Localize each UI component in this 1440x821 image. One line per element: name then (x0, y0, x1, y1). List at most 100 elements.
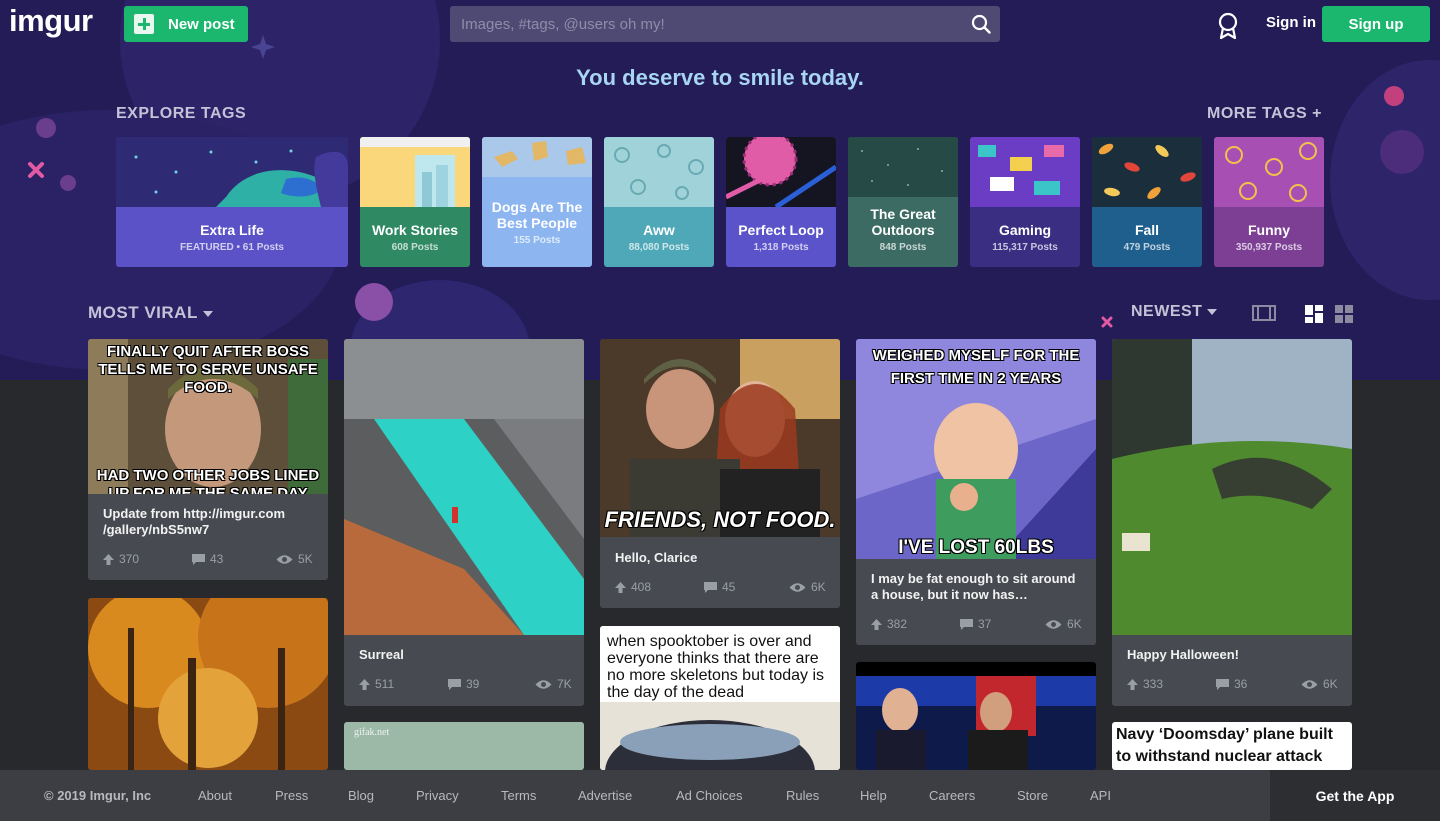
post-card[interactable]: when spooktober is over and everyone thi… (600, 626, 840, 770)
view-count: 6K (789, 580, 826, 594)
masonry-grid-view-icon[interactable] (1305, 305, 1323, 323)
uniform-grid-view-icon[interactable] (1335, 305, 1353, 323)
comment-value: 36 (1234, 677, 1248, 691)
tag-post-count: 479 Posts (1123, 241, 1171, 253)
footer-link-api[interactable]: API (1090, 788, 1111, 803)
upvote-arrow-icon[interactable] (615, 581, 626, 593)
comment-bubble-icon (192, 553, 205, 565)
upvote-arrow-icon[interactable] (871, 618, 882, 630)
post-image: WEIGHED MYSELF FOR THE FIRST TIME IN 2 Y… (856, 339, 1096, 559)
tag-name: Gaming (998, 221, 1052, 238)
post-image: FINALLY QUIT AFTER BOSS TELLS ME TO SERV… (88, 339, 328, 494)
post-title[interactable]: I may be fat enough to sit around a hous… (871, 571, 1086, 603)
footer-link-about[interactable]: About (198, 788, 232, 803)
upvote-arrow-icon[interactable] (359, 678, 370, 690)
tag-extra-life[interactable]: Extra Life FEATURED • 61 Posts (116, 137, 348, 267)
tag-the-great-outdoors[interactable]: The Great Outdoors 848 Posts (848, 137, 958, 267)
search-input[interactable] (450, 6, 960, 42)
meme-caption-bottom: I'VE LOST 60LBS (898, 537, 1054, 558)
tag-perfect-loop[interactable]: Perfect Loop 1,318 Posts (726, 137, 836, 267)
tag-post-count: 848 Posts (879, 242, 927, 253)
stars-pattern (861, 148, 943, 186)
upvote-arrow-icon[interactable] (103, 553, 114, 565)
comment-bubble-icon (960, 618, 973, 630)
post-card[interactable]: gifak.net (344, 722, 584, 770)
leaves-pattern (1098, 143, 1196, 199)
post-card[interactable]: WEIGHED MYSELF FOR THE FIRST TIME IN 2 Y… (856, 339, 1096, 645)
footer-link-advertise[interactable]: Advertise (578, 788, 632, 803)
post-title[interactable]: Hello, Clarice (615, 550, 830, 566)
more-tags-link[interactable]: MORE TAGS + (1207, 105, 1322, 123)
tag-footer: Dogs Are The Best People 155 Posts (482, 177, 592, 267)
tag-work-stories[interactable]: Work Stories 608 Posts (360, 137, 470, 267)
tag-funny[interactable]: Funny 350,937 Posts (1214, 137, 1324, 267)
dog-illustration (494, 141, 586, 167)
meme-text: when spooktober is over and everyone thi… (607, 633, 825, 701)
chevron-down-icon (202, 310, 213, 317)
post-card[interactable]: FRIENDS, NOT FOOD. Hello, Clarice 408 45… (600, 339, 840, 608)
sign-in-link[interactable]: Sign in (1266, 14, 1316, 31)
sort-order-dropdown[interactable]: NEWEST (1131, 303, 1218, 321)
funny-pattern (1225, 142, 1317, 202)
post-image-news (856, 662, 1096, 770)
post-image-canyon (344, 339, 584, 635)
tag-footer: Aww 88,080 Posts (604, 207, 714, 267)
film-strip-view-icon[interactable] (1252, 305, 1276, 321)
gaming-pattern (978, 145, 1064, 195)
get-the-app-button[interactable]: Get the App (1270, 770, 1440, 821)
chevron-down-icon (1207, 308, 1218, 315)
post-card[interactable]: FINALLY QUIT AFTER BOSS TELLS ME TO SERV… (88, 339, 328, 580)
post-card[interactable] (88, 598, 328, 770)
tag-aww[interactable]: Aww 88,080 Posts (604, 137, 714, 267)
post-card[interactable]: Navy ‘Doomsday’ plane built to withstand… (1112, 722, 1352, 770)
post-image-autumn-forest (88, 598, 328, 770)
tag-name: Extra Life (200, 221, 264, 238)
search-icon[interactable] (971, 14, 991, 34)
decor-dot (36, 118, 56, 138)
footer-link-help[interactable]: Help (860, 788, 887, 803)
eye-icon (1301, 679, 1318, 689)
tag-name: Aww (643, 221, 675, 238)
news-broadcast-photo (856, 662, 1096, 770)
footer-link-blog[interactable]: Blog (348, 788, 374, 803)
view-value: 7K (557, 677, 572, 691)
tag-banner-image (604, 137, 714, 207)
footer-link-rules[interactable]: Rules (786, 788, 819, 803)
sign-up-button[interactable]: Sign up (1322, 6, 1430, 42)
animals-pattern (614, 144, 704, 200)
new-post-button[interactable]: New post (124, 6, 248, 42)
tag-gaming[interactable]: Gaming 115,317 Posts (970, 137, 1080, 267)
footer-link-terms[interactable]: Terms (501, 788, 536, 803)
upvote-arrow-icon[interactable] (1127, 678, 1138, 690)
post-title[interactable]: Update from http://imgur.com /gallery/nb… (103, 506, 318, 538)
tag-fall[interactable]: Fall 479 Posts (1092, 137, 1202, 267)
post-stats: 333 36 6K (1127, 677, 1339, 693)
upvote-count: 370 (103, 552, 139, 566)
footer-link-store[interactable]: Store (1017, 788, 1048, 803)
award-ribbon-icon[interactable] (1216, 12, 1240, 40)
comment-value: 43 (210, 552, 224, 566)
tag-post-count: 155 Posts (513, 234, 561, 246)
upvote-count: 382 (871, 617, 907, 631)
footer-link-ad-choices[interactable]: Ad Choices (676, 788, 742, 803)
tag-post-count: FEATURED • 61 Posts (180, 241, 284, 253)
new-post-label: New post (168, 15, 235, 33)
section-dropdown[interactable]: MOST VIRAL (88, 303, 213, 323)
post-title[interactable]: Surreal (359, 647, 574, 663)
footer-link-careers[interactable]: Careers (929, 788, 975, 803)
sort-order-label: NEWEST (1131, 303, 1203, 320)
tag-dogs-are-the-best-people[interactable]: Dogs Are The Best People 155 Posts (482, 137, 592, 267)
footer-link-press[interactable]: Press (275, 788, 308, 803)
tag-name: Dogs Are The Best People (491, 198, 583, 231)
decor-dot (60, 175, 76, 191)
footer-link-privacy[interactable]: Privacy (416, 788, 459, 803)
imgur-logo[interactable]: imgur (9, 3, 93, 39)
post-card[interactable]: Surreal 511 39 7K (344, 339, 584, 706)
post-title[interactable]: Happy Halloween! (1127, 647, 1342, 663)
post-card[interactable]: Happy Halloween! 333 36 6K (1112, 339, 1352, 706)
tag-name: Funny (1248, 221, 1290, 238)
tag-name: Fall (1134, 221, 1160, 238)
post-card[interactable] (856, 662, 1096, 770)
comment-count: 45 (704, 580, 735, 594)
eye-icon (1045, 619, 1062, 629)
